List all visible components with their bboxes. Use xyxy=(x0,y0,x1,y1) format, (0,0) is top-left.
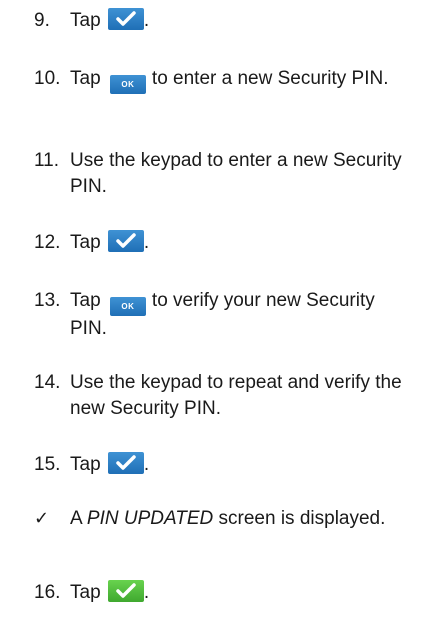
screen-name: PIN UPDATED xyxy=(86,508,214,529)
step-number: 10. xyxy=(34,68,61,89)
step-text: Tap OK to enter a new Security PIN. xyxy=(70,66,410,94)
step-text: Tap OK to verify your new Security PIN. xyxy=(70,290,375,339)
check-button-icon xyxy=(107,452,144,474)
green-check-button-icon xyxy=(107,580,144,602)
step-number: 11. xyxy=(34,150,60,171)
result-text: A PIN UPDATED screen is displayed. xyxy=(70,508,386,529)
step-text: Use the keypad to enter a new Security P… xyxy=(70,150,402,197)
step-text: Tap . xyxy=(70,580,150,603)
step-number: 9. xyxy=(34,10,50,31)
step-number: 16. xyxy=(34,582,61,603)
step-number: 12. xyxy=(34,232,61,253)
ok-button-icon: OK xyxy=(109,75,146,94)
step-text: Tap . xyxy=(70,8,150,31)
step-number: 15. xyxy=(34,454,61,475)
step-text: Use the keypad to repeat and verify the … xyxy=(70,372,402,419)
step-number: 14. xyxy=(34,372,61,393)
check-button-icon xyxy=(107,230,144,252)
step-text: Tap . xyxy=(70,452,150,475)
checkmark-icon: ✓ xyxy=(34,508,50,529)
check-button-icon xyxy=(107,8,144,30)
step-number: 13. xyxy=(34,290,61,311)
ok-button-icon: OK xyxy=(109,297,146,316)
step-text: Tap . xyxy=(70,230,150,253)
